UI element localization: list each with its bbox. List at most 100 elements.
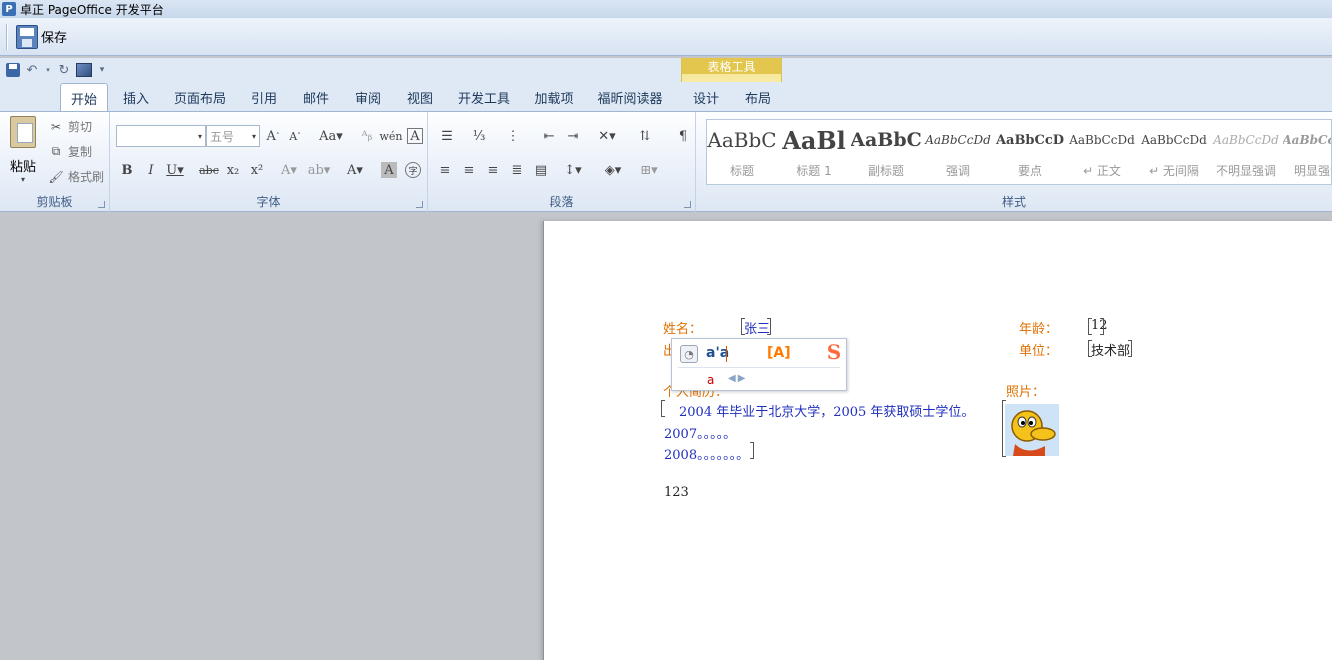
resume-line-2[interactable]: 2007。。。。。 [664,423,736,442]
clear-format-icon[interactable]: ᴬᵦ [356,125,378,147]
save-disk-icon [16,24,38,49]
undo-dropdown-icon[interactable]: ▾ [44,62,52,78]
align-left-icon[interactable]: ≡ [434,159,456,181]
grow-font-icon[interactable]: A ˄ [262,125,284,147]
borders-icon[interactable]: ⊞▾ [638,159,660,181]
tab-home[interactable]: 开始 [60,83,108,113]
font-group: ▾ 五号 ▾ A ˄ A ˅ Aa▾ ᴬᵦ wén A B I U▾ abc x₂ … [110,112,428,212]
tab-design[interactable]: 设计 [686,83,726,111]
ime-popup[interactable]: ◔ a'a [A] S a ◀▶ [671,338,847,391]
format-painter-button[interactable]: 🖌 格式刷 [48,168,104,185]
style-subtle-emphasis[interactable]: AaBbCcDd 不明显强调 [1211,122,1281,182]
paste-button[interactable]: 粘贴 ▾ [6,116,40,184]
style-name: 要点 [1017,164,1042,178]
styles-gallery: AaBbC 标题 AaBl 标题 1 AaBbC 副标题 AaBbCcDd 强调… [706,119,1332,185]
sort-icon[interactable]: ⇅ [634,125,656,147]
tab-mailings[interactable]: 邮件 [296,83,336,111]
chevron-down-icon: ▾ [20,175,25,184]
tab-insert[interactable]: 插入 [116,83,156,111]
style-name: 副标题 [867,164,904,178]
shrink-font-icon[interactable]: A ˅ [284,125,306,147]
dept-label: 单位： [1019,344,1059,359]
lightbulb-icon[interactable]: ◔ [680,345,698,363]
line-spacing-icon[interactable]: ↕▾ [562,159,584,181]
dept-field[interactable]: 技术部 [1091,340,1130,359]
cut-button[interactable]: ✂ 剪切 [48,118,92,135]
ime-page-arrows-icon[interactable]: ◀▶ [728,373,747,384]
app-icon: P [2,2,16,16]
paragraph-launcher-icon[interactable] [684,201,691,208]
toolbar-separator [6,23,8,50]
chinese-layout-icon[interactable]: ✕▾ [596,125,618,147]
dept-field-bracket-end [1128,340,1132,357]
style-subtitle[interactable]: AaBbC 副标题 [851,122,921,182]
undo-icon[interactable]: ↶ [24,62,40,78]
style-title[interactable]: AaBbC 标题 [707,122,777,182]
clipboard-launcher-icon[interactable] [98,201,105,208]
customize-qat-icon[interactable]: ▾ [96,62,108,78]
tab-review[interactable]: 审阅 [348,83,388,111]
ime-candidate[interactable]: a [707,373,714,387]
tab-addins[interactable]: 加载项 [528,83,580,111]
font-name-combo[interactable]: ▾ [116,125,206,147]
style-strong[interactable]: AaBbCcD 要点 [995,122,1065,182]
align-center-icon[interactable]: ≡ [458,159,480,181]
bold-icon[interactable]: B [116,159,138,181]
decrease-indent-icon[interactable]: ⇤ [538,125,560,147]
font-color-icon[interactable]: A▾ [344,159,366,181]
chevron-down-icon: ▾ [197,131,202,141]
font-launcher-icon[interactable] [416,201,423,208]
style-sample: AaBbC [851,129,921,151]
show-marks-icon[interactable]: ¶ [672,125,694,147]
italic-icon[interactable]: I [140,159,162,181]
redo-icon[interactable]: ↻ [56,62,72,78]
resume-line-1[interactable]: 2004 年毕业于北京大学，2005 年获取硕士学位。 [679,401,974,420]
char-shading-icon[interactable]: A [381,162,397,178]
strikethrough-icon[interactable]: abc [198,159,220,181]
phonetic-guide-icon[interactable]: wén [380,125,403,147]
style-emphasis[interactable]: AaBbCcDd 强调 [923,122,993,182]
tab-page-layout[interactable]: 页面布局 [168,83,232,111]
photo-image[interactable] [1005,404,1059,456]
tab-references[interactable]: 引用 [244,83,284,111]
underline-icon[interactable]: U▾ [164,159,186,181]
highlight-icon[interactable]: ab▾ [308,159,331,181]
style-heading-1[interactable]: AaBl 标题 1 [779,122,849,182]
print-preview-icon[interactable] [76,63,92,77]
document-page[interactable] [543,221,1332,660]
style-normal[interactable]: AaBbCcDd ↵ 正文 [1067,122,1137,182]
char-border-icon[interactable]: A [407,128,423,144]
tab-layout[interactable]: 布局 [738,83,778,111]
ime-option[interactable]: [A] [767,345,791,361]
justify-icon[interactable]: ≣ [506,159,528,181]
enclose-char-icon[interactable]: 字 [405,162,421,178]
style-intense-emphasis[interactable]: AaBbCcDd 明显强调 [1283,122,1331,182]
style-no-spacing[interactable]: AaBbCcDd ↵ 无间隔 [1139,122,1209,182]
tab-view[interactable]: 视图 [400,83,440,111]
clipboard-group: 粘贴 ▾ ✂ 剪切 ⧉ 复制 🖌 格式刷 剪贴板 [0,112,110,212]
style-sample: AaBl [782,126,846,154]
font-size-combo[interactable]: 五号 ▾ [206,125,260,147]
shading-icon[interactable]: ◈▾ [602,159,624,181]
multilevel-list-icon[interactable]: ⋮ [502,125,524,147]
style-sample: AaBbCcDd [1069,133,1135,147]
increase-indent-icon[interactable]: ⇥ [562,125,584,147]
distributed-icon[interactable]: ▤ [530,159,552,181]
save-icon[interactable] [6,63,20,77]
copy-button[interactable]: ⧉ 复制 [48,143,92,160]
align-right-icon[interactable]: ≡ [482,159,504,181]
change-case-icon[interactable]: Aa▾ [316,125,346,147]
tab-developer[interactable]: 开发工具 [452,83,516,111]
scissors-icon: ✂ [50,119,62,134]
resume-line-3[interactable]: 2008。。。。。。。 [664,444,749,463]
age-label: 年龄： [1019,322,1059,337]
pageoffice-save-button[interactable]: 保存 [12,23,71,51]
ribbon: 粘贴 ▾ ✂ 剪切 ⧉ 复制 🖌 格式刷 剪贴板 ▾ 五号 ▾ A ˄ A ˅ Aa… [0,111,1332,212]
tab-foxit-reader[interactable]: 福昕阅读器 [592,83,668,111]
numbering-icon[interactable]: ⅓ [468,125,490,147]
subscript-icon[interactable]: x₂ [222,159,244,181]
superscript-icon[interactable]: x² [246,159,268,181]
text-effects-icon[interactable]: A▾ [278,159,300,181]
style-sample: AaBbCcD [995,132,1065,148]
bullets-icon[interactable]: ☰ [436,125,458,147]
